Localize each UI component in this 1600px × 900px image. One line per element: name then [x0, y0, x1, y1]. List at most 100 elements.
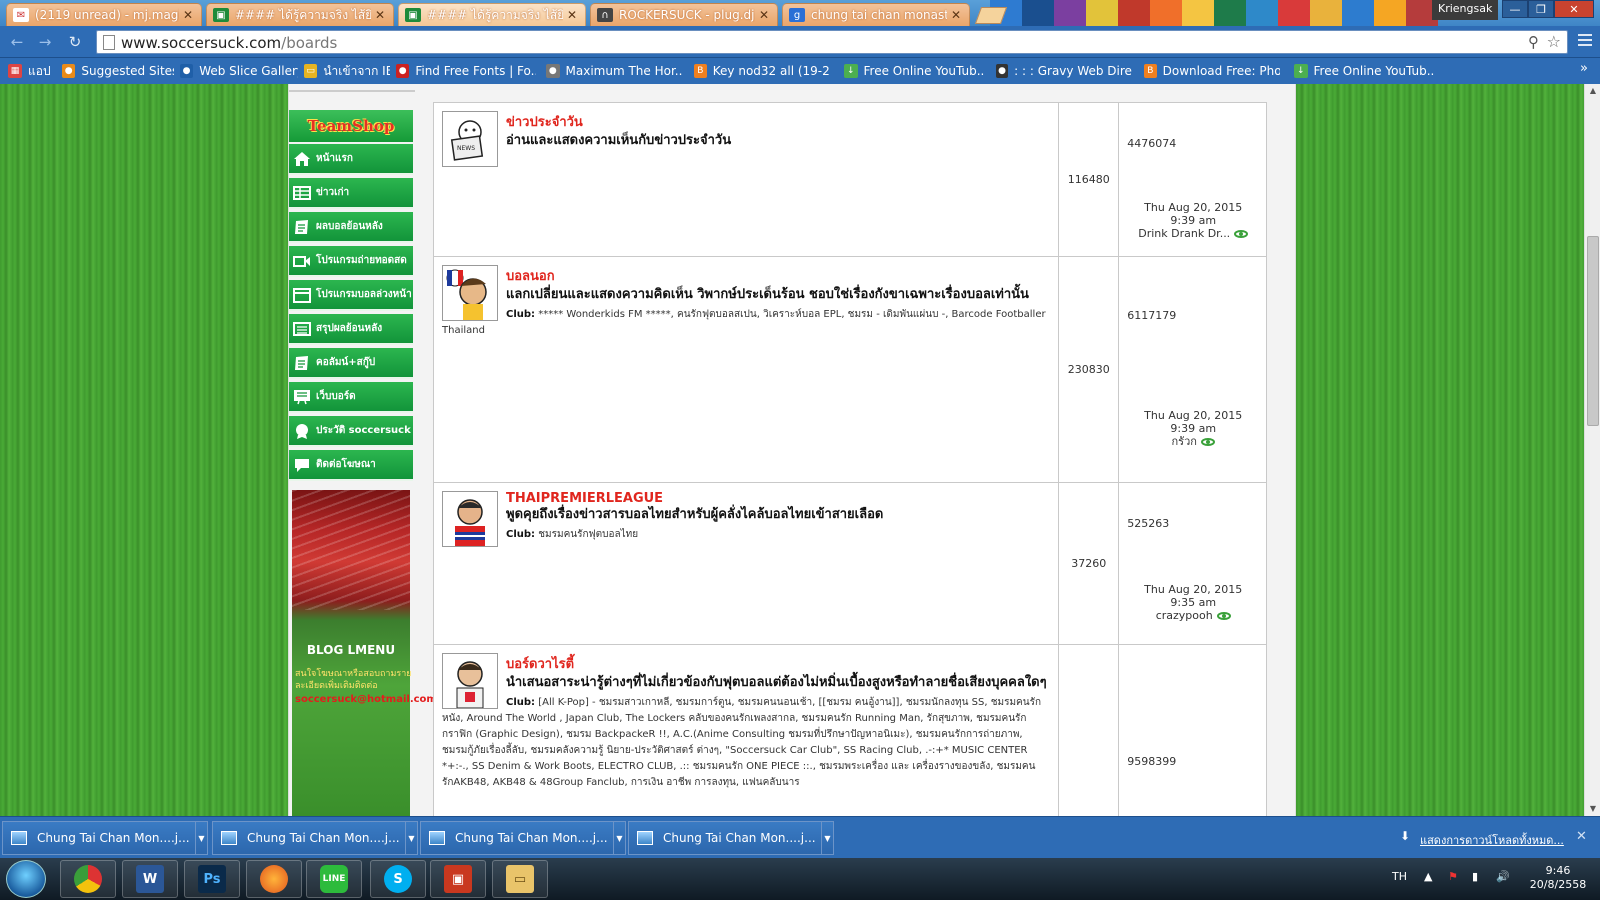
taskbar-skype[interactable]: S	[370, 860, 426, 898]
nav-old-news[interactable]: ข่าวเก่า	[289, 178, 413, 209]
nav-about[interactable]: ประวัติ soccersuck	[289, 416, 413, 447]
network-icon[interactable]: ▮	[1472, 870, 1478, 883]
close-window-button[interactable]: ✕	[1554, 0, 1594, 18]
close-tab-icon[interactable]: ✕	[375, 8, 387, 22]
forum-title-link[interactable]: บอลนอก	[442, 265, 1050, 286]
bookmark-label: นำเข้าจาก IE	[323, 63, 390, 78]
taskbar-photoshop[interactable]: Ps	[184, 860, 240, 898]
site-logo[interactable]: TeamShop	[289, 110, 413, 142]
bookmark-item[interactable]: ● Find Free Fonts | Fo...	[396, 62, 536, 80]
bookmark-item[interactable]: ↓ Free Online YouTub...	[844, 62, 984, 80]
club-list: [All K-Pop] - ชมรมสาวเกาหลี, ชมรมการ์ตูน…	[442, 697, 1042, 788]
taskbar-chrome[interactable]	[60, 860, 116, 898]
blogger-icon: B	[1144, 64, 1157, 78]
chevron-down-icon[interactable]: ▼	[821, 821, 833, 855]
last-post-author[interactable]: กรัวก	[1172, 435, 1197, 448]
download-item[interactable]: Chung Tai Chan Mon....j... ▼	[420, 821, 626, 855]
start-button[interactable]	[6, 860, 46, 898]
nav-results[interactable]: ผลบอลย้อนหลัง	[289, 212, 413, 243]
tab-plugdj[interactable]: ∩ ROCKERSUCK - plug.dj ✕	[590, 3, 778, 26]
view-eye-icon[interactable]	[1234, 230, 1249, 238]
nav-webboard[interactable]: เว็บบอร์ด	[289, 382, 413, 413]
tab-gmail[interactable]: ✉ (2119 unread) - mj.magic ✕	[6, 3, 202, 26]
taskbar-word[interactable]: W	[122, 860, 178, 898]
show-hidden-icons[interactable]: ▲	[1424, 870, 1432, 883]
profile-name[interactable]: Kriengsak	[1432, 0, 1499, 20]
chevron-down-icon[interactable]: ▼	[195, 821, 207, 855]
address-bar[interactable]: www.soccersuck.com/boards ⚲ ☆	[96, 30, 1568, 54]
tab-google-search[interactable]: g chung tai chan monaster ✕	[782, 3, 970, 26]
close-tab-icon[interactable]: ✕	[567, 8, 579, 22]
nav-fixtures[interactable]: โปรแกรมบอลล่วงหน้า	[289, 280, 413, 311]
download-item[interactable]: Chung Tai Chan Mon....j... ▼	[628, 821, 834, 855]
language-indicator[interactable]: TH	[1392, 870, 1407, 883]
bookmark-star-icon[interactable]: ☆	[1547, 32, 1561, 51]
back-button[interactable]: ←	[8, 33, 26, 51]
download-filename: Chung Tai Chan Mon....j...	[247, 831, 400, 845]
more-bookmarks-icon[interactable]: »	[1580, 61, 1588, 76]
forum-title-link[interactable]: ข่าวประจำวัน	[442, 111, 1050, 132]
gmail-icon: ✉	[13, 8, 29, 22]
close-tab-icon[interactable]: ✕	[759, 8, 771, 22]
bookmark-item[interactable]: B Key nod32 all (19-2...	[694, 62, 830, 80]
reader-avatar	[442, 653, 498, 709]
page-scrollbar[interactable]: ▲ ▼	[1584, 84, 1600, 816]
nav-live-tv[interactable]: โปรแกรมถ่ายทอดสด	[289, 246, 413, 277]
scroll-down-icon[interactable]: ▼	[1585, 802, 1600, 816]
bookmark-item[interactable]: ●: : : Gravy Web Direc...	[996, 62, 1132, 80]
volume-icon[interactable]: 🔊	[1496, 870, 1510, 883]
taskbar-line[interactable]: LINE	[306, 860, 362, 898]
action-center-flag-icon[interactable]: ⚑	[1448, 870, 1458, 883]
nav-columns[interactable]: คอลัมน์+สกู๊ป	[289, 348, 413, 379]
bookmark-folder[interactable]: ▭ นำเข้าจาก IE	[304, 62, 390, 80]
forum-title-link[interactable]: บอร์ดวาไรตี้	[442, 653, 1050, 674]
skype-icon: S	[384, 865, 412, 893]
chevron-down-icon[interactable]: ▼	[613, 821, 625, 855]
clock-time: 9:46	[1545, 864, 1571, 877]
scroll-up-icon[interactable]: ▲	[1585, 84, 1600, 98]
bookmark-item[interactable]: ↓ Free Online YouTub...	[1294, 62, 1434, 80]
close-tab-icon[interactable]: ✕	[951, 8, 963, 22]
download-item[interactable]: Chung Tai Chan Mon....j... ▼	[212, 821, 418, 855]
taskbar-explorer[interactable]: ▭	[492, 860, 548, 898]
menu-icon[interactable]	[1578, 34, 1592, 48]
scrollbar-thumb[interactable]	[1587, 236, 1599, 426]
bookmark-label: Free Online YouTub...	[863, 64, 984, 78]
tab-soccersuck-1[interactable]: ▣ #### ได้รู้ความจริง ไส้ยิงกา ✕	[206, 3, 394, 26]
banner-email[interactable]: soccersuck@hotmail.com	[295, 694, 437, 705]
bookmark-apps[interactable]: ▦ แอป	[8, 62, 54, 80]
last-post-meta: Thu Aug 20, 2015 9:35 am crazypooh	[1119, 583, 1267, 622]
forum-row: THAIPREMIERLEAGUE พูดคุยถึงเรื่องข่าวสาร…	[432, 482, 1267, 645]
forward-button[interactable]: →	[36, 33, 54, 51]
table-icon	[292, 184, 312, 202]
chevron-down-icon[interactable]: ▼	[405, 821, 417, 855]
last-post-author[interactable]: crazypooh	[1156, 609, 1213, 622]
maximize-button[interactable]: ❐	[1528, 0, 1554, 18]
show-all-downloads-link[interactable]: แสดงการดาวน์โหลดทั้งหมด...	[1420, 831, 1564, 849]
view-eye-icon[interactable]	[1200, 438, 1215, 446]
bookmark-label: Suggested Sites	[81, 64, 174, 78]
system-clock[interactable]: 9:46 20/8/2558	[1528, 864, 1588, 892]
download-item[interactable]: Chung Tai Chan Mon....j... ▼	[2, 821, 208, 855]
nav-summary[interactable]: สรุปผลย้อนหลัง	[289, 314, 413, 345]
bookmark-item[interactable]: ● Web Slice Gallery	[180, 62, 298, 80]
taskbar-firefox[interactable]	[246, 860, 302, 898]
ad-banner[interactable]: BLOG LMENU สนใจโฆษณาหรือสอบถามรายละเอียด…	[292, 490, 437, 816]
minimize-button[interactable]: —	[1502, 0, 1528, 18]
taskbar-app[interactable]: ▣	[430, 860, 486, 898]
close-tab-icon[interactable]: ✕	[183, 8, 195, 22]
close-icon[interactable]: ✕	[1576, 829, 1587, 844]
tab-soccersuck-2[interactable]: ▣ #### ได้รู้ความจริง ไส้ยิงกา ✕	[398, 3, 586, 26]
nav-home[interactable]: หน้าแรก	[289, 144, 413, 175]
nav-advertise[interactable]: ติดต่อโฆษณา	[289, 450, 413, 481]
reload-button[interactable]: ↻	[66, 33, 84, 51]
last-post-author[interactable]: Drink Drank Dr...	[1138, 227, 1230, 240]
url-text[interactable]: www.soccersuck.com/boards	[121, 34, 337, 52]
forum-title-link[interactable]: THAIPREMIERLEAGUE	[442, 491, 1050, 506]
view-eye-icon[interactable]	[1216, 612, 1231, 620]
bookmark-item[interactable]: ● Maximum The Hor...	[546, 62, 682, 80]
search-icon[interactable]: ⚲	[1528, 33, 1539, 51]
blogger-icon: B	[694, 64, 707, 78]
bookmark-item[interactable]: B Download Free: Pho...	[1144, 62, 1280, 80]
bookmark-item[interactable]: ● Suggested Sites	[62, 62, 174, 80]
